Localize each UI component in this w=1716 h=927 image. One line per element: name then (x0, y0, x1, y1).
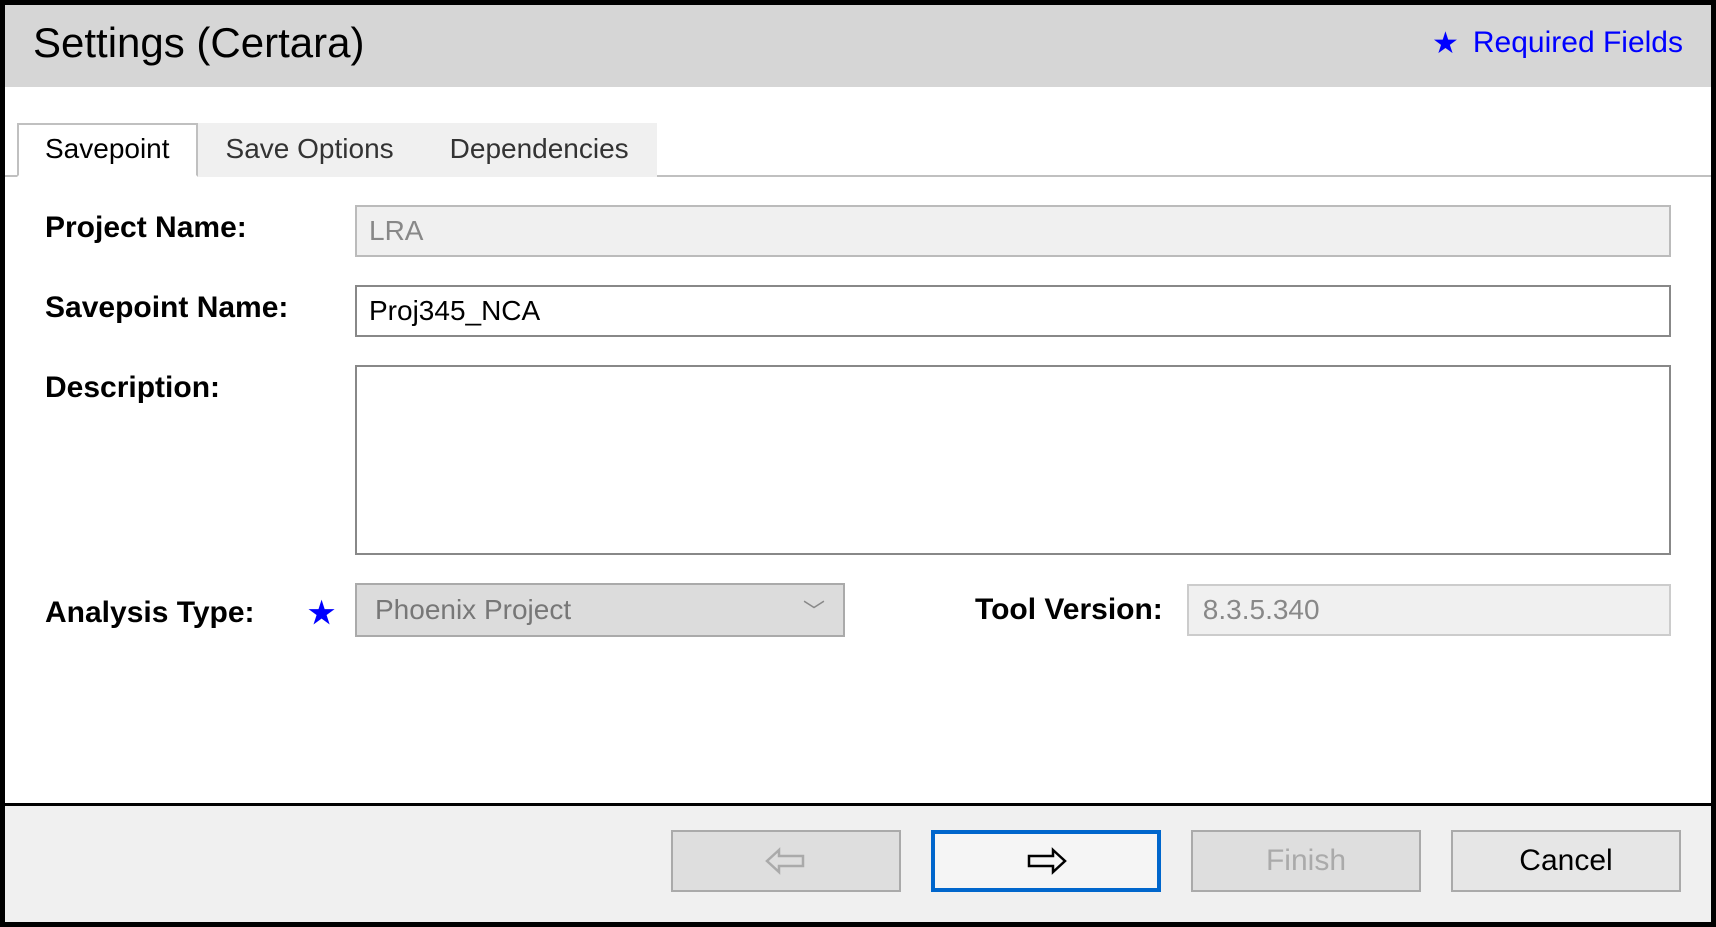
label-analysis-type: Analysis Type: ★ (45, 590, 355, 631)
titlebar: Settings (Certara) ★ Required Fields (5, 5, 1711, 87)
back-button (671, 830, 901, 892)
row-analysis-type: Analysis Type: ★ Phoenix Project ﹀ Tool … (45, 583, 1671, 637)
tool-version-field (1187, 584, 1671, 636)
content-area: Savepoint Save Options Dependencies Proj… (5, 87, 1711, 803)
label-tool-version: Tool Version: (975, 593, 1163, 627)
tab-save-options[interactable]: Save Options (198, 123, 422, 177)
required-fields-note: ★ Required Fields (1432, 26, 1683, 61)
arrow-left-icon (763, 846, 809, 876)
label-description: Description: (45, 365, 355, 405)
row-savepoint-name: Savepoint Name: (45, 285, 1671, 337)
star-icon: ★ (1432, 26, 1459, 61)
description-field[interactable] (355, 365, 1671, 555)
wizard-footer: Finish Cancel (5, 803, 1711, 922)
row-project-name: Project Name: (45, 205, 1671, 257)
chevron-down-icon: ﹀ (803, 594, 825, 626)
settings-dialog: Settings (Certara) ★ Required Fields Sav… (0, 0, 1716, 927)
savepoint-form: Project Name: Savepoint Name: Descriptio… (5, 177, 1711, 803)
star-icon: ★ (308, 596, 335, 631)
dialog-title: Settings (Certara) (33, 19, 364, 67)
analysis-type-value: Phoenix Project (375, 594, 571, 626)
finish-button: Finish (1191, 830, 1421, 892)
required-fields-text: Required Fields (1473, 26, 1683, 60)
tab-dependencies[interactable]: Dependencies (422, 123, 657, 177)
tab-strip: Savepoint Save Options Dependencies (5, 121, 1711, 177)
cancel-button[interactable]: Cancel (1451, 830, 1681, 892)
tab-savepoint[interactable]: Savepoint (17, 123, 198, 177)
project-name-field (355, 205, 1671, 257)
label-project-name: Project Name: (45, 205, 355, 245)
savepoint-name-field[interactable] (355, 285, 1671, 337)
analysis-type-combo[interactable]: Phoenix Project ﹀ (355, 583, 845, 637)
arrow-right-icon (1023, 846, 1069, 876)
row-description: Description: (45, 365, 1671, 555)
label-savepoint-name: Savepoint Name: (45, 285, 355, 325)
next-button[interactable] (931, 830, 1161, 892)
